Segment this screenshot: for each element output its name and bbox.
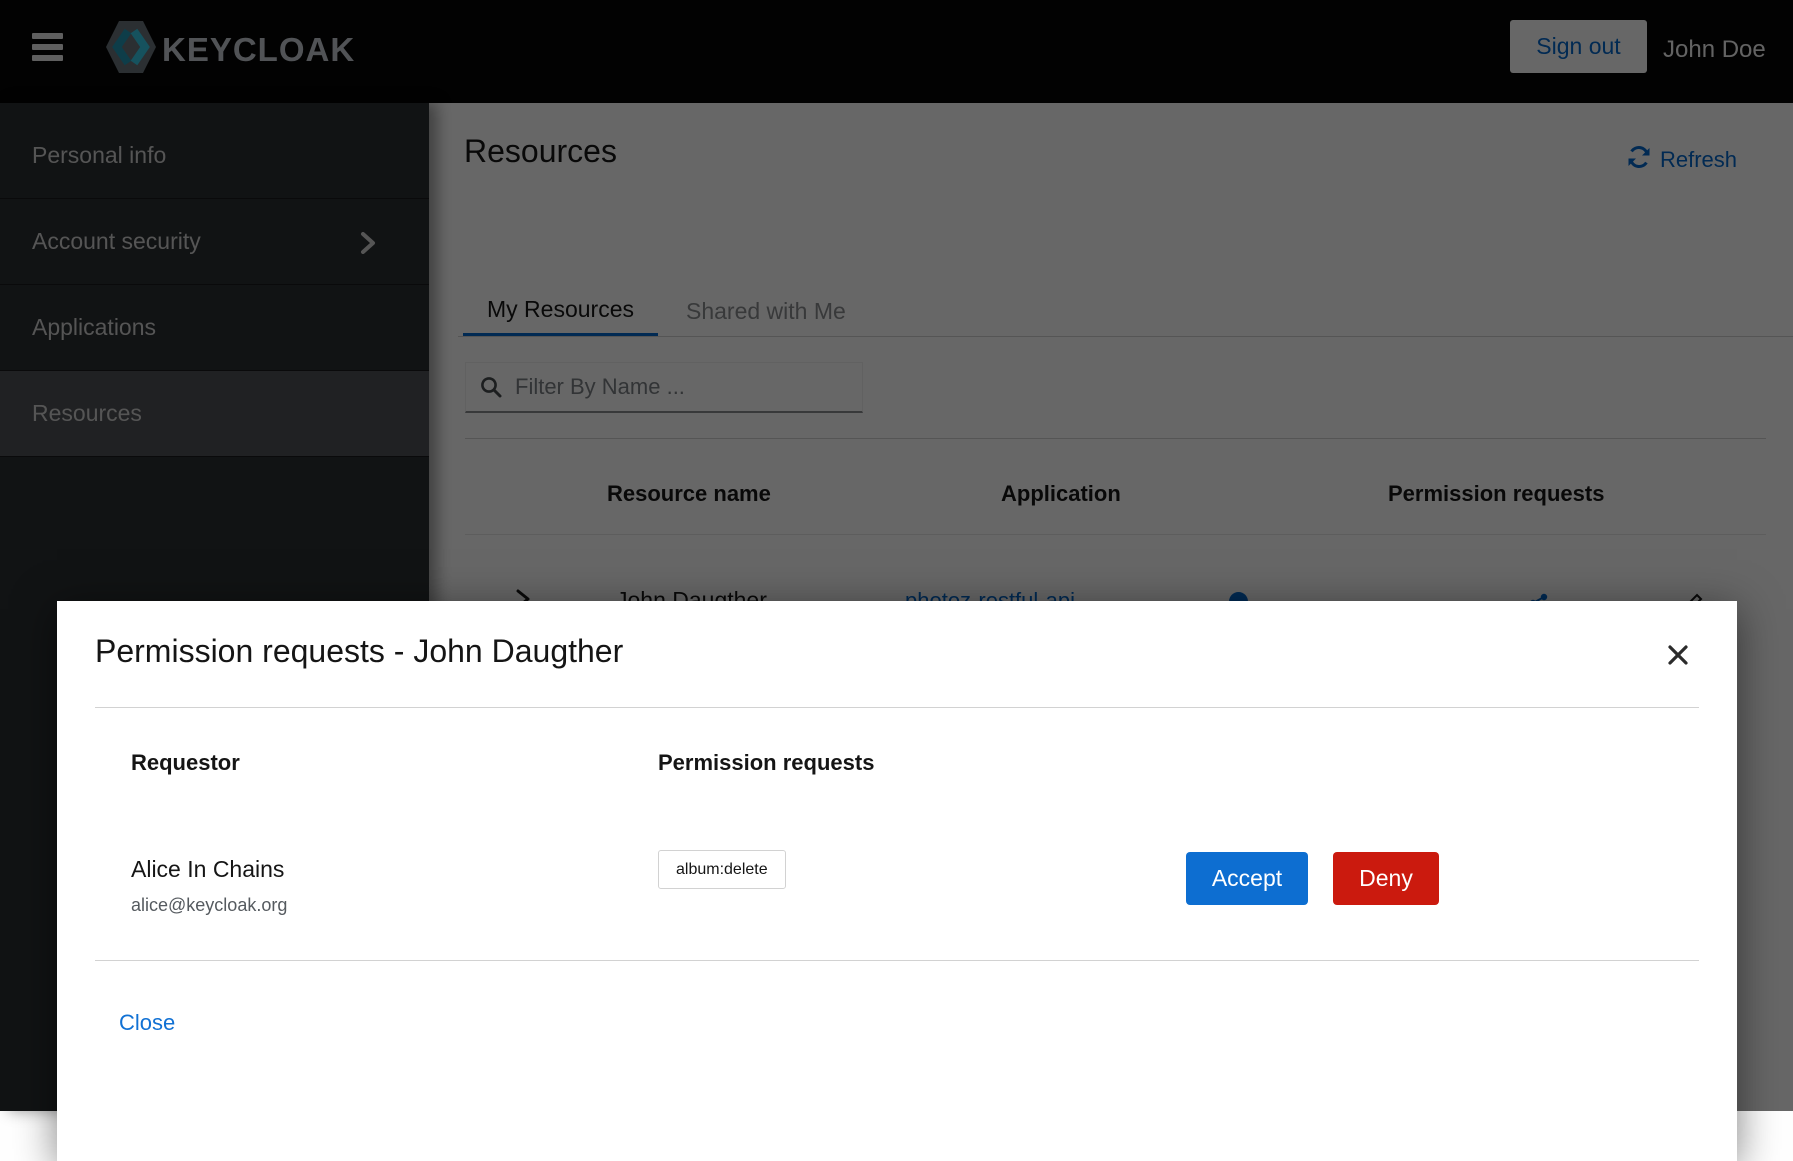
permission-chip: album:delete: [658, 850, 786, 889]
modal-footer-divider: [95, 960, 1699, 961]
accept-button[interactable]: Accept: [1186, 852, 1308, 905]
deny-button[interactable]: Deny: [1333, 852, 1439, 905]
modal-header-divider: [95, 707, 1699, 708]
close-icon[interactable]: [1663, 641, 1693, 671]
requestor-email: alice@keycloak.org: [131, 895, 287, 916]
modal-column-requestor: Requestor: [131, 750, 240, 776]
modal-title: Permission requests - John Daugther: [95, 633, 623, 670]
requestor-name: Alice In Chains: [131, 856, 284, 883]
permission-requests-modal: Permission requests - John Daugther Requ…: [57, 601, 1737, 1161]
modal-column-permission-requests: Permission requests: [658, 750, 874, 776]
close-link[interactable]: Close: [119, 1010, 175, 1036]
